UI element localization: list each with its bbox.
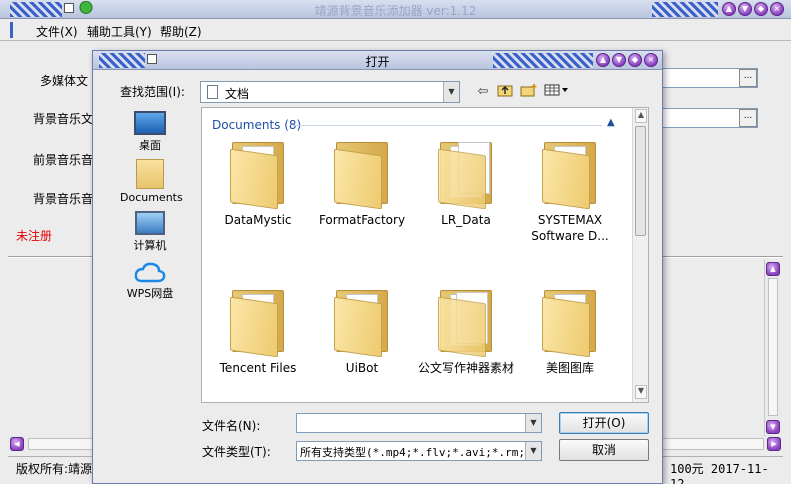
- place-documents-label: Documents: [120, 191, 183, 204]
- dialog-restore-icon[interactable]: ◆: [628, 53, 642, 67]
- dialog-window-buttons: ▲ ▼ ◆ ×: [596, 53, 658, 67]
- status-price-date: 100元 2017-11-12: [670, 462, 769, 484]
- fg-music-volume-label: 前景音乐音: [33, 153, 94, 167]
- cancel-button[interactable]: 取消: [559, 439, 649, 461]
- filetype-dropdown[interactable]: 所有支持类型(*.mp4;*.flv;*.avi;*.rm;* ▼: [296, 441, 542, 461]
- bg-music-volume-label: 背景音乐音: [33, 192, 94, 206]
- dialog-title-bar[interactable]: 打开 ▲ ▼ ◆ ×: [93, 51, 662, 70]
- chevron-down-icon[interactable]: ▼: [443, 82, 459, 102]
- filetype-label: 文件类型(T):: [202, 445, 271, 459]
- folder-label: 公文写作神器素材: [417, 361, 514, 375]
- cloud-icon: [134, 261, 166, 283]
- desktop-icon: [134, 111, 166, 135]
- look-in-label: 查找范围(I):: [120, 85, 185, 99]
- browse-media-button[interactable]: ...: [739, 69, 757, 87]
- folder-icon: [334, 286, 390, 358]
- scroll-down-icon[interactable]: ▼: [635, 385, 647, 399]
- folder-icon: [334, 138, 390, 210]
- maximize-icon[interactable]: ▼: [738, 2, 752, 16]
- collapse-group-icon[interactable]: ▲: [607, 117, 615, 128]
- menu-tools[interactable]: 辅助工具(Y): [87, 23, 152, 40]
- filename-input[interactable]: ▼: [296, 413, 542, 433]
- scroll-up-icon[interactable]: ▲: [635, 109, 647, 123]
- folder-item[interactable]: UiBot: [310, 286, 414, 376]
- dialog-minimize-icon[interactable]: ▲: [596, 53, 610, 67]
- menu-help[interactable]: 帮助(Z): [160, 23, 202, 40]
- folder-icon: [230, 138, 286, 210]
- folder-label: Tencent Files: [219, 361, 297, 375]
- folder-label: LR_Data: [441, 213, 491, 227]
- minimize-icon[interactable]: ▲: [722, 2, 736, 16]
- filetype-value: 所有支持类型(*.mp4;*.flv;*.avi;*.rm;*: [300, 446, 526, 459]
- chevron-down-icon[interactable]: ▼: [525, 414, 541, 432]
- file-list-view[interactable]: Documents (8) ▲ DataMystic FormatFactory…: [201, 107, 649, 403]
- chevron-down-icon[interactable]: ▼: [525, 442, 541, 460]
- place-desktop-label: 桌面: [139, 139, 161, 152]
- folder-icon: [438, 138, 494, 210]
- documents-small-icon: [207, 85, 218, 99]
- look-in-value: 文档: [225, 87, 250, 101]
- folder-icon: [438, 286, 494, 358]
- folder-item[interactable]: Tencent Files: [206, 286, 310, 376]
- documents-icon: [136, 159, 164, 189]
- folder-item[interactable]: 美图图库: [518, 286, 622, 376]
- place-wps-cloud-label: WPS网盘: [126, 287, 174, 300]
- dialog-close-icon[interactable]: ×: [644, 53, 658, 67]
- place-wps-cloud[interactable]: WPS网盘: [120, 261, 180, 301]
- folder-label: SYSTEMAX Software D...: [531, 213, 609, 243]
- title-stripes-right: [652, 2, 718, 17]
- folder-label: UiBot: [345, 361, 379, 375]
- folder-item[interactable]: 公文写作神器素材: [414, 286, 518, 376]
- computer-icon: [135, 211, 165, 235]
- menu-grip: [10, 22, 13, 38]
- scroll-left-icon[interactable]: ◀: [10, 437, 24, 451]
- new-folder-icon[interactable]: [519, 83, 539, 101]
- folder-label: 美图图库: [545, 361, 594, 375]
- bg-music-file-label: 背景音乐文: [33, 112, 94, 126]
- menu-file[interactable]: 文件(X): [36, 23, 78, 40]
- dialog-title-stripes-right: [493, 53, 593, 68]
- view-menu-icon[interactable]: [543, 83, 571, 101]
- place-computer[interactable]: 计算机: [120, 211, 180, 253]
- back-icon[interactable]: ⇦: [473, 83, 493, 101]
- unregistered-label: 未注册: [16, 229, 53, 243]
- media-file-label: 多媒体文: [40, 74, 89, 88]
- place-desktop[interactable]: 桌面: [120, 111, 180, 153]
- scroll-right-icon[interactable]: ▶: [767, 437, 781, 451]
- menu-bar: 文件(X) 辅助工具(Y) 帮助(Z): [0, 19, 791, 41]
- copyright-text: 版权所有:靖源: [16, 462, 93, 476]
- open-file-dialog: 打开 ▲ ▼ ◆ × 查找范围(I): 文档 ▼ ⇦ 桌面 Documents: [92, 50, 663, 484]
- folder-item[interactable]: SYSTEMAX Software D...: [518, 138, 622, 244]
- place-documents[interactable]: Documents: [120, 159, 183, 204]
- group-header[interactable]: Documents (8): [212, 118, 301, 132]
- close-icon[interactable]: ×: [770, 2, 784, 16]
- folder-label: DataMystic: [224, 213, 292, 227]
- place-computer-label: 计算机: [133, 239, 167, 252]
- look-in-dropdown[interactable]: 文档 ▼: [200, 81, 460, 103]
- up-folder-icon[interactable]: [495, 83, 515, 101]
- browse-bg-music-button[interactable]: ...: [739, 109, 757, 127]
- open-button[interactable]: 打开(O): [559, 412, 649, 434]
- scroll-thumb[interactable]: [768, 278, 778, 416]
- main-vertical-scrollbar[interactable]: ▲ ▼: [764, 260, 781, 436]
- folder-icon: [542, 138, 598, 210]
- filename-label: 文件名(N):: [202, 419, 261, 433]
- folder-label: FormatFactory: [318, 213, 406, 227]
- main-title-bar[interactable]: 靖源背景音乐添加器 ver:1.12 ▲ ▼ ◆ ×: [0, 0, 791, 19]
- file-list-scrollbar[interactable]: ▲ ▼: [632, 108, 648, 402]
- folder-icon: [230, 286, 286, 358]
- folder-item[interactable]: DataMystic: [206, 138, 310, 228]
- scroll-up-icon[interactable]: ▲: [766, 262, 780, 276]
- restore-icon[interactable]: ◆: [754, 2, 768, 16]
- main-window-buttons: ▲ ▼ ◆ ×: [722, 2, 784, 16]
- folder-item[interactable]: LR_Data: [414, 138, 518, 228]
- file-list-scroll-thumb[interactable]: [635, 126, 646, 236]
- folder-item[interactable]: FormatFactory: [310, 138, 414, 228]
- folder-icon: [542, 286, 598, 358]
- scroll-down-icon[interactable]: ▼: [766, 420, 780, 434]
- group-divider: [292, 125, 602, 126]
- places-bar: 桌面 Documents 计算机 WPS网盘: [120, 107, 200, 307]
- dialog-maximize-icon[interactable]: ▼: [612, 53, 626, 67]
